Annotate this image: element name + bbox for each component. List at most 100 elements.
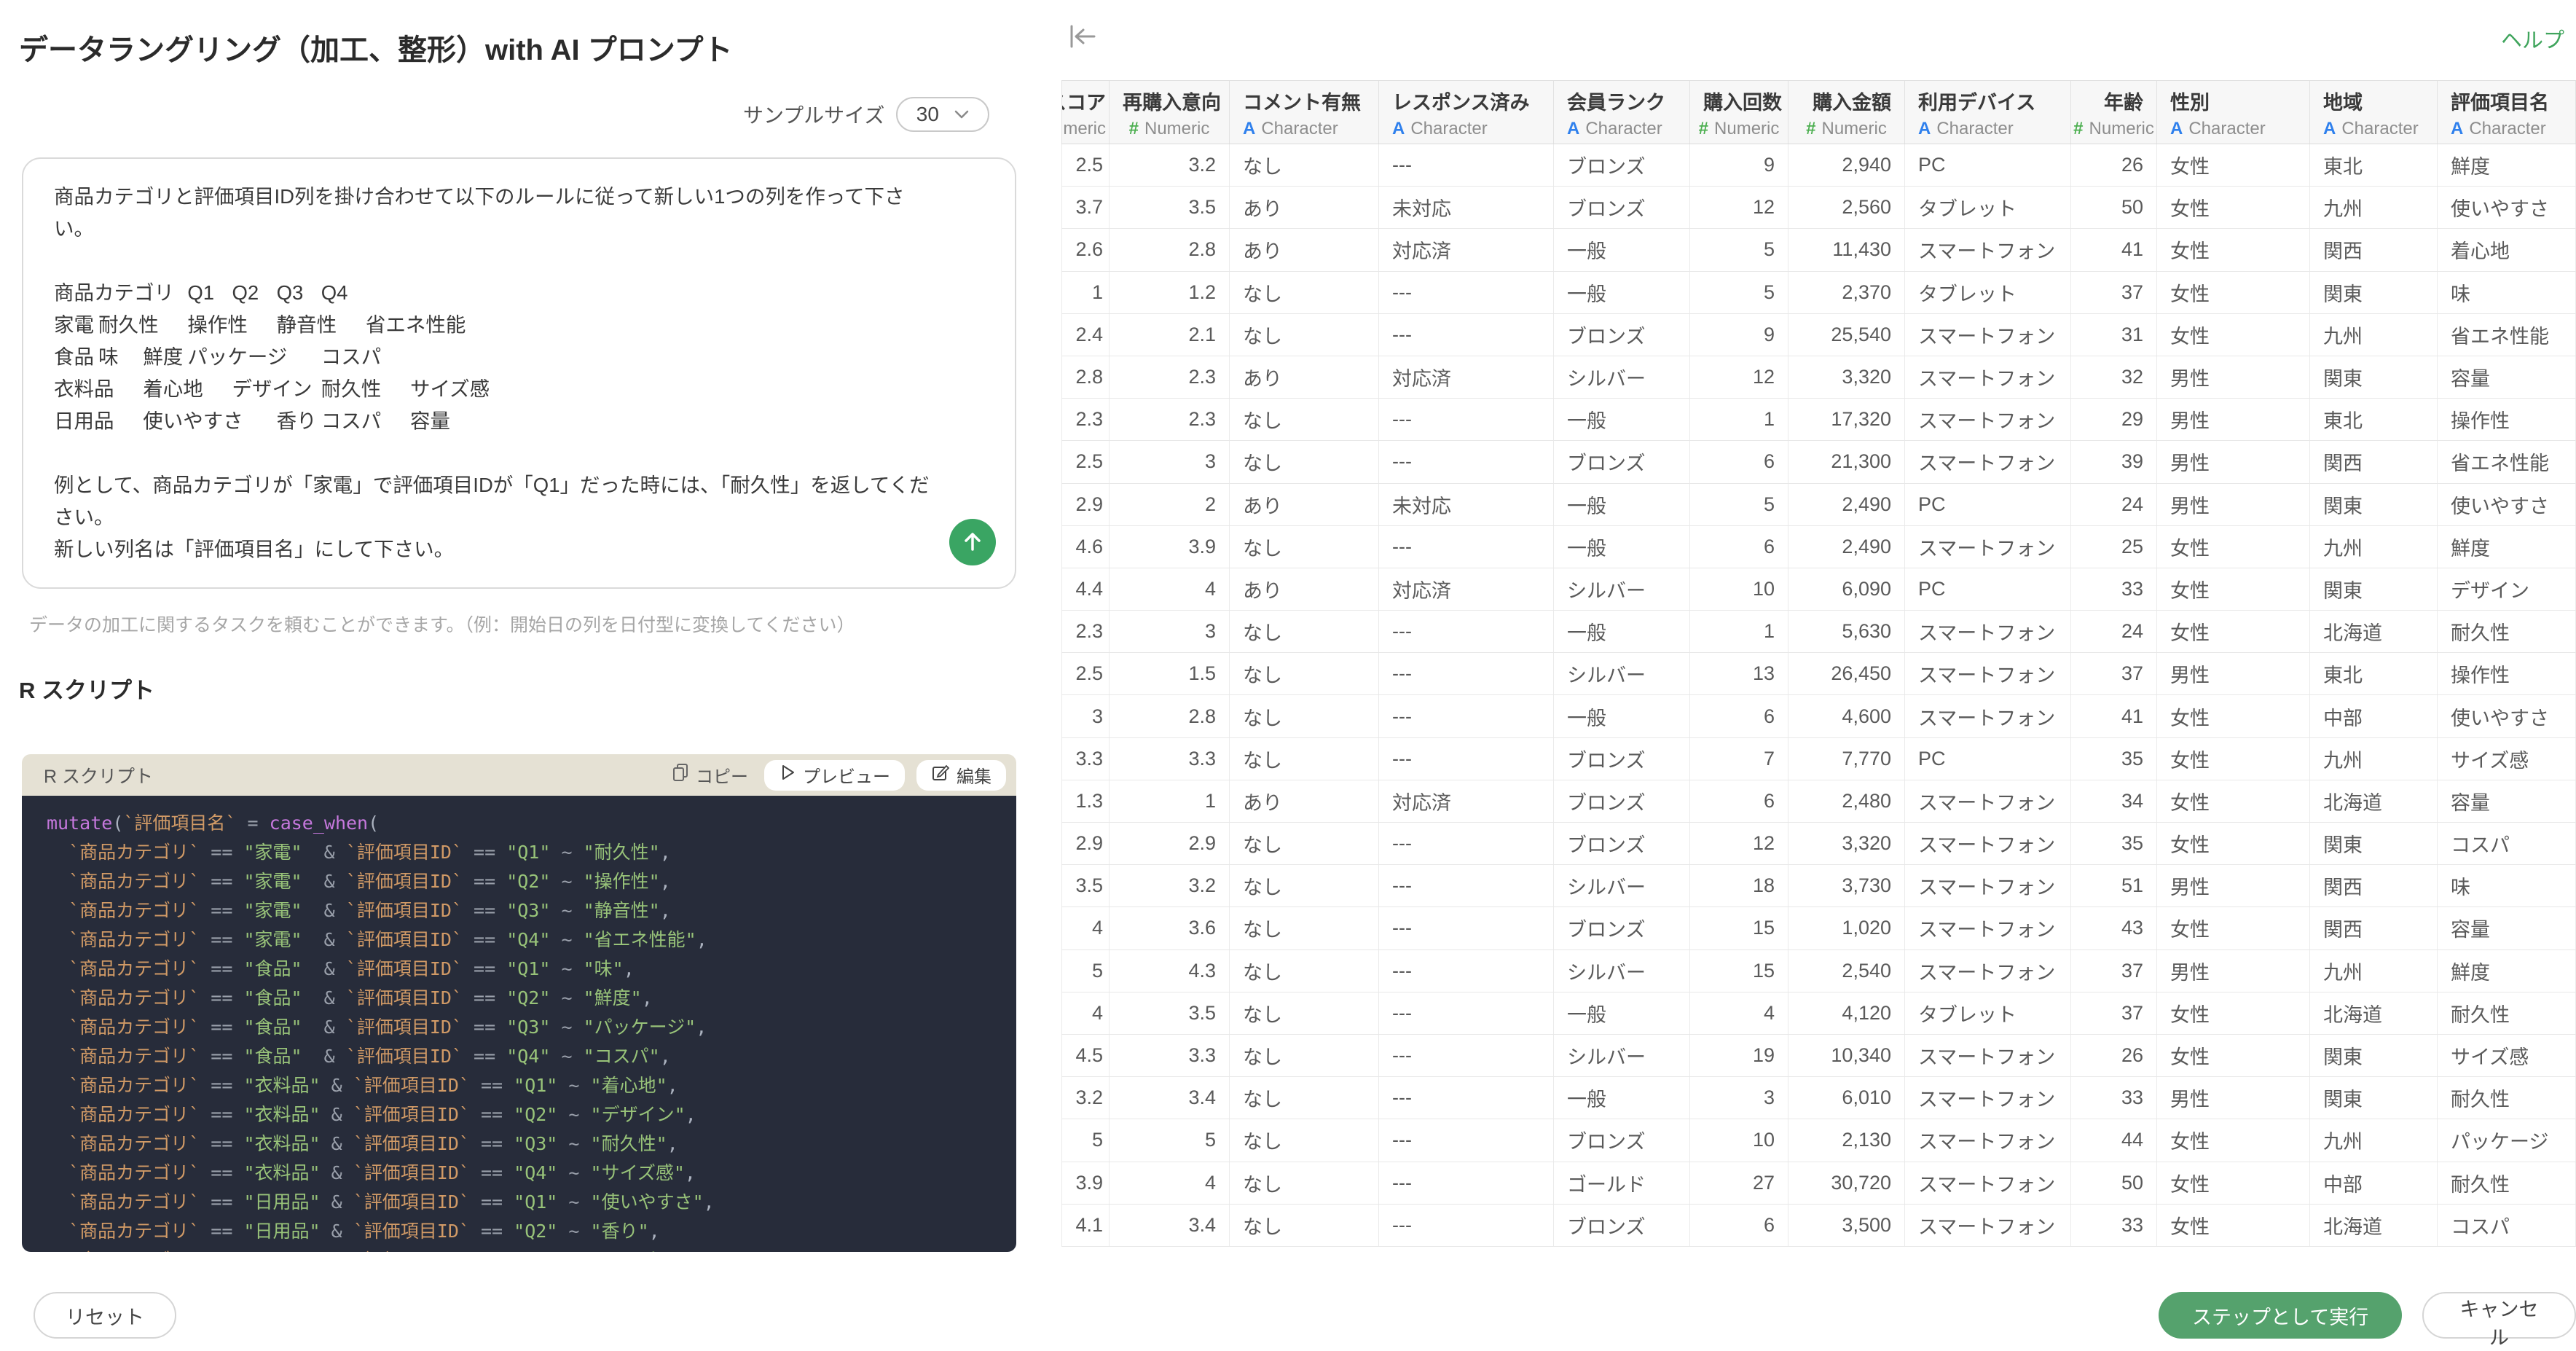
cell-region: 関東 [2310, 823, 2438, 864]
cell-gender: 女性 [2157, 568, 2310, 610]
column-name: 会員ランク [1567, 87, 1676, 118]
submit-prompt-button[interactable] [949, 519, 996, 565]
sample-size-select[interactable]: 30 [896, 97, 989, 132]
cell-purchase-count: 6 [1690, 1205, 1788, 1246]
r-script-card-header: R スクリプト コピー プレビュー 編集 [22, 754, 1016, 796]
prompt-input[interactable]: 商品カテゴリと評価項目ID列を掛け合わせて以下のルールに従って新しい1つの列を作… [54, 181, 935, 573]
code-line: `商品カテゴリ` == "食品" & `評価項目ID` == "Q4" ~ "コ… [47, 1042, 1016, 1071]
cell-eval-item-name: 着心地 [2438, 229, 2576, 270]
cell-repurchase-intent: 2 [1110, 484, 1230, 525]
cell-device: スマートフォン [1905, 823, 2071, 864]
cell-eval-item-name: 操作性 [2438, 399, 2576, 440]
column-type-label: ACharacter [2170, 118, 2296, 140]
column-header-response-done[interactable]: レスポンス済みACharacter [1379, 81, 1554, 144]
cell-has-comment: なし [1230, 526, 1379, 568]
reset-button[interactable]: リセット [34, 1292, 176, 1339]
character-type-icon: A [2323, 118, 2336, 140]
code-line: `商品カテゴリ` == "家電" & `評価項目ID` == "Q3" ~ "静… [47, 896, 1016, 925]
cell-purchase-amount: 3,500 [1788, 1205, 1905, 1246]
column-header-purchase-amount[interactable]: 購入金額#Numeric [1788, 81, 1905, 144]
cell-has-comment: なし [1230, 272, 1379, 313]
cell-purchase-amount: 2,370 [1788, 272, 1905, 313]
numeric-type-icon: # [1129, 118, 1139, 140]
cell-has-comment: なし [1230, 1205, 1379, 1246]
cell-member-rank: 一般 [1554, 272, 1690, 313]
cell-repurchase-intent: 3.6 [1110, 907, 1230, 949]
table-row: 3.94なし---ゴールド2730,720スマートフォン50女性中部耐久性 [1061, 1162, 2576, 1205]
cell-member-rank: 一般 [1554, 611, 1690, 652]
cell-purchase-amount: 6,090 [1788, 568, 1905, 610]
cell-eval-item-name: コスパ [2438, 1205, 2576, 1246]
column-header-score[interactable]: スコア#Numeric [1061, 81, 1110, 144]
cell-score: 2.6 [1061, 229, 1110, 270]
cell-has-comment: あり [1230, 229, 1379, 270]
cell-age: 34 [2071, 780, 2157, 822]
help-link[interactable]: ヘルプ [2501, 23, 2564, 54]
cell-device: PC [1905, 738, 2071, 780]
cell-purchase-amount: 6,010 [1788, 1077, 1905, 1119]
table-header-row: スコア#Numeric再購入意向#Numericコメント有無ACharacter… [1061, 80, 2576, 144]
cell-purchase-amount: 2,490 [1788, 526, 1905, 568]
column-header-member-rank[interactable]: 会員ランクACharacter [1554, 81, 1690, 144]
cell-age: 44 [2071, 1119, 2157, 1161]
cell-purchase-count: 15 [1690, 907, 1788, 949]
cell-eval-item-name: サイズ感 [2438, 1035, 2576, 1076]
cell-response-done: --- [1379, 144, 1554, 186]
cell-age: 33 [2071, 1205, 2157, 1246]
cell-gender: 女性 [2157, 1205, 2310, 1246]
preview-button[interactable]: プレビュー [764, 760, 905, 791]
cell-member-rank: ブロンズ [1554, 187, 1690, 228]
table-row: 43.5なし---一般44,120タブレット37女性北海道耐久性 [1061, 992, 2576, 1035]
cell-purchase-amount: 26,450 [1788, 653, 1905, 694]
cell-purchase-count: 27 [1690, 1162, 1788, 1204]
cell-eval-item-name: 味 [2438, 865, 2576, 906]
column-header-repurchase-intent[interactable]: 再購入意向#Numeric [1110, 81, 1230, 144]
cell-device: スマートフォン [1905, 314, 2071, 356]
column-type-label: #Numeric [1123, 118, 1216, 140]
column-header-gender[interactable]: 性別ACharacter [2157, 81, 2310, 144]
cell-score: 2.3 [1061, 399, 1110, 440]
cell-purchase-amount: 3,320 [1788, 356, 1905, 398]
cell-eval-item-name: デザイン [2438, 568, 2576, 610]
cell-gender: 女性 [2157, 1162, 2310, 1204]
cell-member-rank: ブロンズ [1554, 780, 1690, 822]
cell-member-rank: 一般 [1554, 992, 1690, 1034]
cell-member-rank: 一般 [1554, 695, 1690, 737]
edit-button[interactable]: 編集 [916, 760, 1006, 791]
table-row: 3.73.5あり未対応ブロンズ122,560タブレット50女性九州使いやすさ [1061, 187, 2576, 229]
cell-device: スマートフォン [1905, 780, 2071, 822]
code-line: `商品カテゴリ` == "衣料品" & `評価項目ID` == "Q2" ~ "… [47, 1100, 1016, 1129]
column-header-purchase-count[interactable]: 購入回数#Numeric [1690, 81, 1788, 144]
column-header-eval-item-name[interactable]: 評価項目名ACharacter [2438, 81, 2576, 144]
table-row: 2.92あり未対応一般52,490PC24男性関東使いやすさ [1061, 484, 2576, 526]
cell-purchase-amount: 7,770 [1788, 738, 1905, 780]
column-header-device[interactable]: 利用デバイスACharacter [1905, 81, 2071, 144]
cell-has-comment: なし [1230, 314, 1379, 356]
run-step-button[interactable]: ステップとして実行 [2159, 1292, 2402, 1339]
cell-repurchase-intent: 3.3 [1110, 1035, 1230, 1076]
cell-device: スマートフォン [1905, 1205, 2071, 1246]
cell-purchase-amount: 1,020 [1788, 907, 1905, 949]
cell-device: スマートフォン [1905, 611, 2071, 652]
column-name: 購入回数 [1703, 87, 1775, 118]
cell-purchase-count: 18 [1690, 865, 1788, 906]
column-header-has-comment[interactable]: コメント有無ACharacter [1230, 81, 1379, 144]
character-type-icon: A [2451, 118, 2463, 140]
cell-region: 関東 [2310, 568, 2438, 610]
column-name: 再購入意向 [1123, 87, 1216, 118]
cell-repurchase-intent: 2.9 [1110, 823, 1230, 864]
column-type-label: ACharacter [1567, 118, 1676, 140]
cell-gender: 女性 [2157, 314, 2310, 356]
cell-score: 4.4 [1061, 568, 1110, 610]
cell-age: 37 [2071, 950, 2157, 992]
copy-button[interactable]: コピー [667, 761, 753, 788]
play-icon [779, 763, 796, 787]
column-header-age[interactable]: 年齢#Numeric [2071, 81, 2157, 144]
collapse-panel-icon[interactable] [1064, 20, 1102, 54]
cell-repurchase-intent: 2.1 [1110, 314, 1230, 356]
cell-gender: 男性 [2157, 484, 2310, 525]
column-header-region[interactable]: 地域ACharacter [2310, 81, 2438, 144]
cell-age: 39 [2071, 441, 2157, 482]
cell-repurchase-intent: 3.4 [1110, 1077, 1230, 1119]
cancel-button[interactable]: キャンセル [2422, 1292, 2576, 1339]
